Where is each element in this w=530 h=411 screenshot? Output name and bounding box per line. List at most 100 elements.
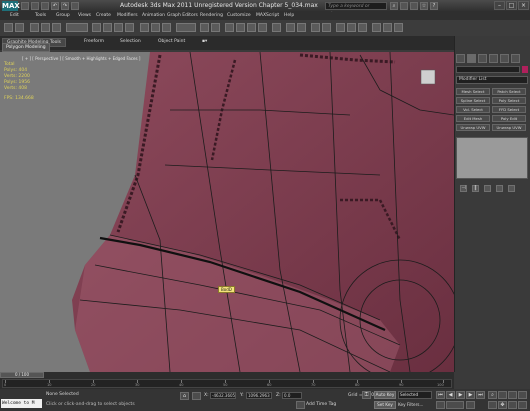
communication-icon[interactable] xyxy=(410,2,418,10)
current-frame-field[interactable] xyxy=(446,401,464,409)
menu-customize[interactable]: Customize xyxy=(227,13,251,18)
create-tab-icon[interactable] xyxy=(456,54,465,63)
ribbon-options-icon[interactable]: ▪▾ xyxy=(198,38,211,45)
named-selection-icon[interactable] xyxy=(272,23,281,32)
motion-tab-icon[interactable] xyxy=(489,54,498,63)
menu-graph-editors[interactable]: Graph Editors xyxy=(167,13,198,18)
object-name-field[interactable] xyxy=(456,66,520,73)
mod-poly-edit-button[interactable]: Poly Edit xyxy=(492,115,526,122)
mod-unwrap-uvw-button-2[interactable]: Unwrap UVW xyxy=(492,124,526,131)
select-by-name-icon[interactable] xyxy=(103,23,112,32)
save-file-icon[interactable] xyxy=(41,2,49,10)
viewport-label[interactable]: [ + ] [ Perspective ] [ Smooth + Highlig… xyxy=(22,56,140,61)
open-file-icon[interactable] xyxy=(31,2,39,10)
redo-icon[interactable]: ↷ xyxy=(61,2,69,10)
configure-sets-icon[interactable] xyxy=(508,185,515,192)
search-icon[interactable]: ⌕ xyxy=(390,2,398,10)
zoom-extents-all-icon[interactable] xyxy=(518,391,527,399)
reference-coordinate-dropdown[interactable] xyxy=(176,23,196,32)
modifier-list-dropdown[interactable]: Modifier List xyxy=(456,76,528,84)
render-production-icon[interactable] xyxy=(394,23,403,32)
time-config-icon[interactable] xyxy=(466,401,475,409)
graphite-toggle-icon[interactable] xyxy=(322,23,331,32)
rendered-frame-window-icon[interactable] xyxy=(383,23,392,32)
zoom-icon[interactable]: ⌕ xyxy=(488,391,497,399)
remove-modifier-icon[interactable] xyxy=(496,185,503,192)
menu-edit[interactable]: Edit xyxy=(10,13,19,18)
absolute-mode-icon[interactable] xyxy=(192,392,201,400)
material-editor-icon[interactable] xyxy=(358,23,367,32)
menu-animation[interactable]: Animation xyxy=(142,13,165,18)
time-slider[interactable]: 0 / 100 xyxy=(0,372,44,378)
key-icon[interactable]: ⚿ xyxy=(362,391,371,399)
mod-edit-mesh-button[interactable]: Edit Mesh xyxy=(456,115,490,122)
help-icon[interactable]: ? xyxy=(430,2,438,10)
menu-tools[interactable]: Tools xyxy=(35,13,46,18)
mod-poly-select-button[interactable]: Poly Select xyxy=(492,97,526,104)
select-rotate-icon[interactable] xyxy=(151,23,160,32)
modify-tab-icon[interactable] xyxy=(467,54,476,63)
pin-stack-icon[interactable]: ⊣ xyxy=(460,185,467,192)
z-coordinate-field[interactable]: 0.0 xyxy=(282,392,302,399)
display-tab-icon[interactable] xyxy=(500,54,509,63)
pivot-center-icon[interactable] xyxy=(200,23,209,32)
project-folder-icon[interactable] xyxy=(71,2,79,10)
window-crossing-icon[interactable] xyxy=(125,23,134,32)
maxscript-listener[interactable]: Welcome to M xyxy=(1,399,42,408)
maximize-button[interactable]: □ xyxy=(506,1,517,10)
mod-mesh-select-button[interactable]: Mesh Select xyxy=(456,88,490,95)
previous-frame-icon[interactable]: ◀ xyxy=(446,391,455,399)
tab-selection[interactable]: Selection xyxy=(116,38,145,45)
mirror-icon[interactable] xyxy=(286,23,295,32)
mod-ffd-select-button[interactable]: FFD Select xyxy=(492,106,526,113)
new-file-icon[interactable] xyxy=(21,2,29,10)
tab-polygon-modeling[interactable]: Polygon Modeling xyxy=(2,43,50,52)
mod-spline-select-button[interactable]: Spline Select xyxy=(456,97,490,104)
mod-unwrap-uvw-button[interactable]: Unwrap UVW xyxy=(456,124,490,131)
menu-help[interactable]: Help xyxy=(284,13,294,18)
object-color-swatch[interactable] xyxy=(522,66,528,73)
close-button[interactable]: × xyxy=(518,1,529,10)
layer-manager-icon[interactable] xyxy=(311,23,320,32)
key-mode-icon[interactable] xyxy=(436,401,445,409)
select-object-icon[interactable] xyxy=(92,23,101,32)
undo-icon[interactable]: ↶ xyxy=(51,2,59,10)
undo-tool-icon[interactable] xyxy=(4,23,13,32)
align-icon[interactable] xyxy=(297,23,306,32)
search-input[interactable]: Type a keyword or phrase xyxy=(325,2,387,17)
add-time-tag[interactable]: Add Time Tag xyxy=(306,402,336,407)
menu-maxscript[interactable]: MAXScript xyxy=(256,13,279,18)
maximize-viewport-icon[interactable] xyxy=(518,401,527,409)
link-icon[interactable] xyxy=(30,23,39,32)
app-logo-icon[interactable]: MAX xyxy=(2,1,20,11)
bind-space-warp-icon[interactable] xyxy=(52,23,61,32)
menu-views[interactable]: Views xyxy=(78,13,91,18)
zoom-extents-icon[interactable] xyxy=(508,391,517,399)
key-selection-dropdown[interactable]: Selected xyxy=(398,391,432,399)
select-move-icon[interactable] xyxy=(140,23,149,32)
subscription-icon[interactable] xyxy=(400,2,408,10)
go-to-start-icon[interactable]: ⏮ xyxy=(436,391,445,399)
tab-object-paint[interactable]: Object Paint xyxy=(154,38,189,45)
track-bar[interactable]: 0 10 20 30 40 50 60 70 80 90 100 xyxy=(2,379,452,388)
key-filters-button[interactable]: Key Filters... xyxy=(398,402,423,407)
redo-tool-icon[interactable] xyxy=(15,23,24,32)
x-coordinate-field[interactable]: -4632.3605 xyxy=(210,392,236,399)
time-tag-icon[interactable] xyxy=(296,401,305,409)
menu-modifiers[interactable]: Modifiers xyxy=(117,13,138,18)
pan-view-icon[interactable]: ✥ xyxy=(498,401,507,409)
make-unique-icon[interactable] xyxy=(484,185,491,192)
render-setup-icon[interactable] xyxy=(372,23,381,32)
menu-rendering[interactable]: Rendering xyxy=(200,13,223,18)
modifier-stack-view[interactable] xyxy=(456,137,528,179)
utilities-tab-icon[interactable] xyxy=(511,54,520,63)
mod-patch-select-button[interactable]: Patch Select xyxy=(492,88,526,95)
angle-snap-icon[interactable] xyxy=(236,23,245,32)
menu-group[interactable]: Group xyxy=(56,13,70,18)
percent-snap-icon[interactable] xyxy=(247,23,256,32)
schematic-view-icon[interactable] xyxy=(347,23,356,32)
selection-filter-dropdown[interactable] xyxy=(66,23,88,32)
snaps-toggle-icon[interactable] xyxy=(225,23,234,32)
minimize-button[interactable]: – xyxy=(494,1,505,10)
tab-freeform[interactable]: Freeform xyxy=(80,38,108,45)
